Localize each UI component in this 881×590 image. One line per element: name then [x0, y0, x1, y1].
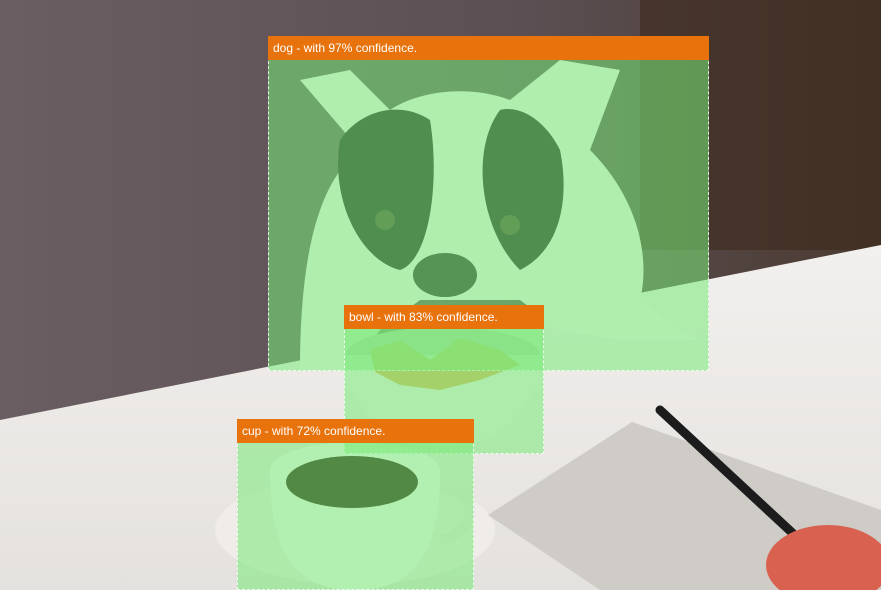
detection-label-dog: dog - with 97% confidence. — [268, 36, 709, 60]
detection-label-cup: cup - with 72% confidence. — [237, 419, 474, 443]
detection-label-bowl: bowl - with 83% confidence. — [344, 305, 544, 329]
detection-box-cup: cup - with 72% confidence. — [237, 419, 474, 590]
